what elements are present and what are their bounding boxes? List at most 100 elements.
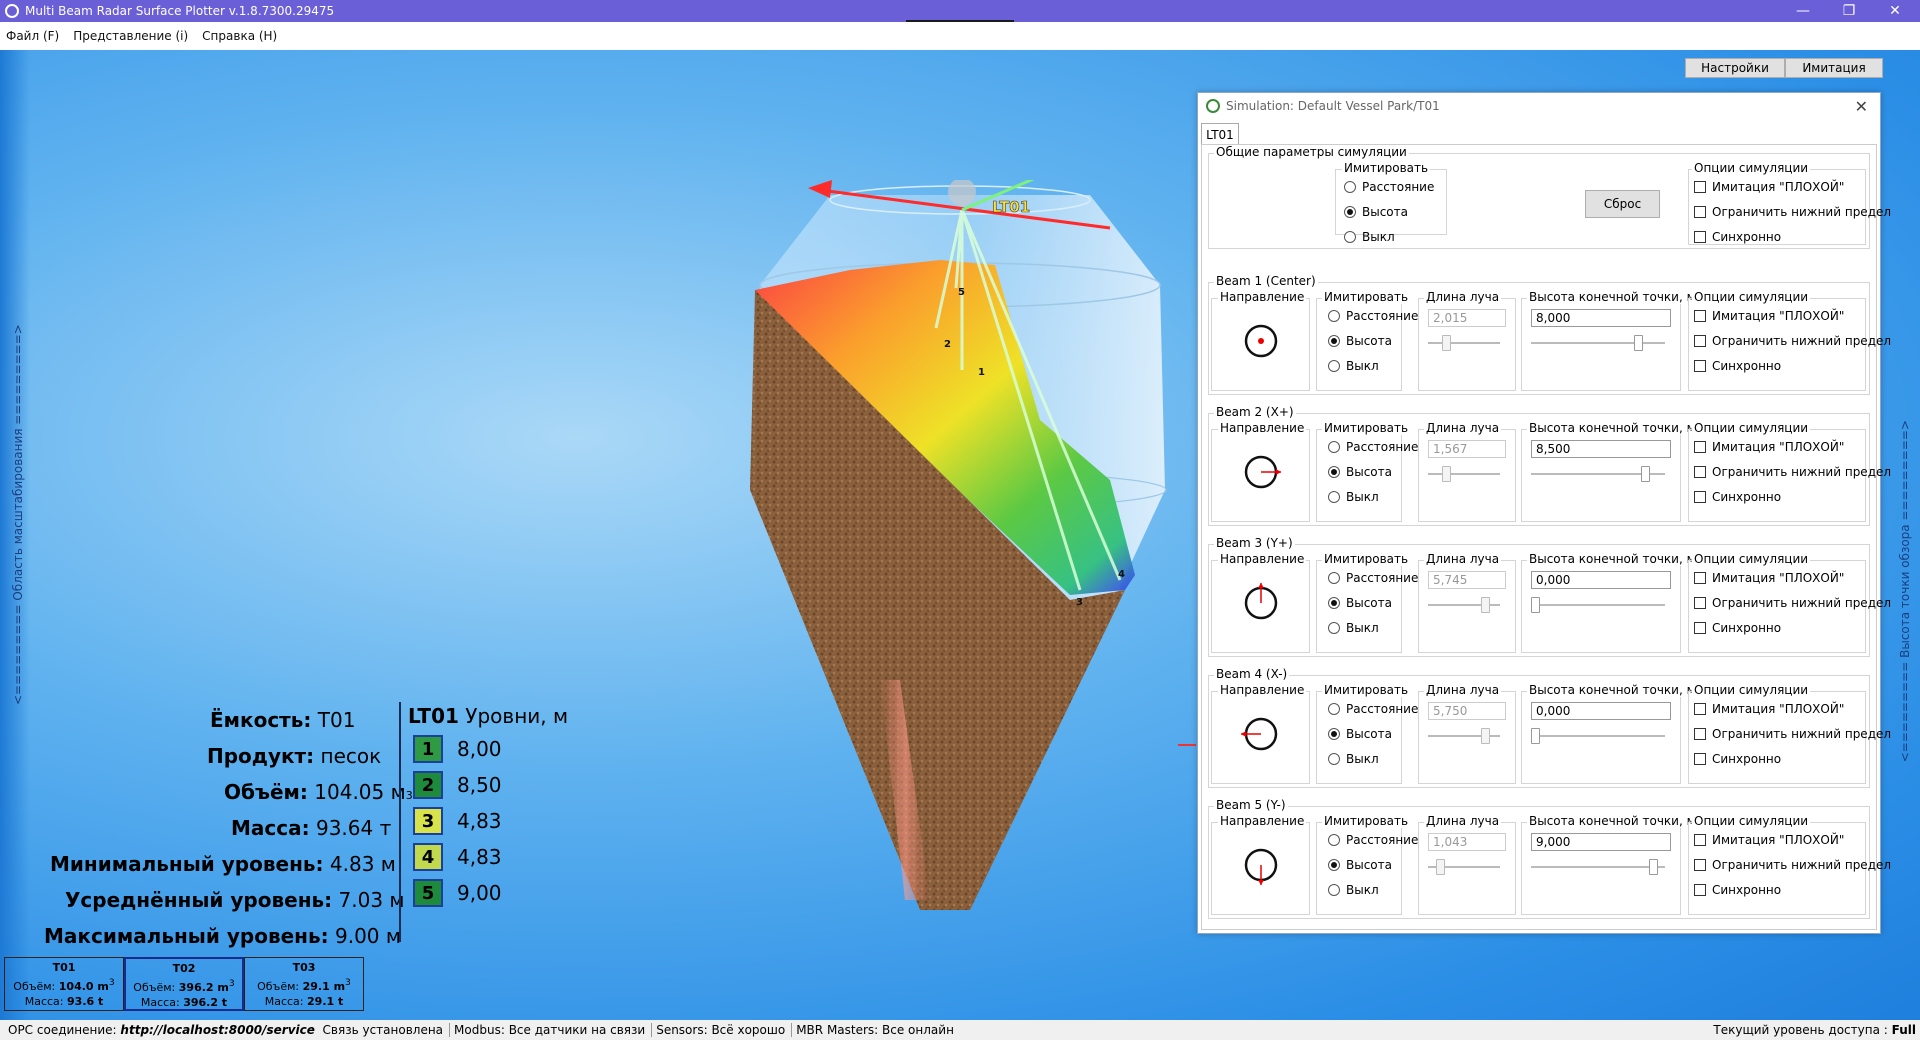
beam-3-imitate-label: Имитировать (1322, 552, 1411, 566)
slider-thumb[interactable] (1634, 335, 1643, 351)
zoom-area-label[interactable]: <========= Область масштабирования =====… (11, 324, 25, 705)
beam-3-check-bad[interactable]: Имитация "ПЛОХОЙ" (1694, 571, 1844, 585)
sim-title-bar[interactable]: Simulation: Default Vessel Park/T01 ✕ (1198, 93, 1880, 119)
slider-thumb[interactable] (1531, 597, 1540, 613)
beam-2-radio-off[interactable]: Выкл (1328, 490, 1379, 504)
beam-2-check-sync[interactable]: Синхронно (1694, 490, 1781, 504)
general-check-sync[interactable]: Синхронно (1694, 230, 1781, 244)
beam-2-check-limit[interactable]: Ограничить нижний предел (1694, 465, 1891, 479)
beam-2-height-field[interactable]: 8,500 (1531, 440, 1671, 458)
beam-3-radio-height[interactable]: Высота (1328, 596, 1392, 610)
silo-3d-render[interactable]: LT01 1 2 3 4 5 (740, 180, 1180, 920)
general-imitate-box (1335, 169, 1447, 235)
beam-3-radio-distance[interactable]: Расстояние (1328, 571, 1418, 585)
beam-3-length-label: Длина луча (1424, 552, 1502, 566)
mass-row: Масса: 93.64 т (231, 816, 392, 840)
beam-4-check-sync[interactable]: Синхронно (1694, 752, 1781, 766)
tab-lt01[interactable]: LT01 (1201, 123, 1239, 145)
view-height-label[interactable]: <========= Высота точки обзора =========… (1898, 420, 1912, 762)
beam-2-radio-distance[interactable]: Расстояние (1328, 440, 1418, 454)
beam-1-title: Beam 1 (Center) (1214, 274, 1318, 288)
level-row-1: 1 8,00 (413, 734, 502, 764)
beam-4-radio-off[interactable]: Выкл (1328, 752, 1379, 766)
slider-thumb (1481, 597, 1490, 613)
general-radio-height[interactable]: Высота (1344, 205, 1408, 219)
beam-2-length-field: 1,567 (1428, 440, 1506, 458)
beam-5-radio-distance[interactable]: Расстояние (1328, 833, 1418, 847)
slider-thumb[interactable] (1531, 728, 1540, 744)
beam-5-height-slider[interactable] (1531, 859, 1665, 875)
beam-5-radio-off[interactable]: Выкл (1328, 883, 1379, 897)
minimize-icon[interactable]: — (1780, 0, 1826, 22)
beam-3-check-sync[interactable]: Синхронно (1694, 621, 1781, 635)
levels-header: LT01 Уровни, м (408, 704, 569, 728)
beam-1-length-label: Длина луча (1424, 290, 1502, 304)
beam-4-check-bad[interactable]: Имитация "ПЛОХОЙ" (1694, 702, 1844, 716)
mbr-status: MBR Masters: Все онлайн (796, 1023, 954, 1037)
tank-card-t02[interactable]: T02 Объём: 396.2 m3 Масса: 396.2 t (124, 957, 244, 1011)
general-radio-off[interactable]: Выкл (1344, 230, 1395, 244)
beam-5-check-bad[interactable]: Имитация "ПЛОХОЙ" (1694, 833, 1844, 847)
beam-4-height-field[interactable]: 0,000 (1531, 702, 1671, 720)
beam-5-radio-height[interactable]: Высота (1328, 858, 1392, 872)
beam-1-check-limit[interactable]: Ограничить нижний предел (1694, 334, 1891, 348)
restore-icon[interactable]: ❐ (1826, 0, 1872, 22)
max-level-row: Максимальный уровень: 9.00 м (44, 924, 401, 948)
beam-4-radio-distance[interactable]: Расстояние (1328, 702, 1418, 716)
sensors-status: Sensors: Всё хорошо (652, 1023, 793, 1037)
beam-2-length-slider (1428, 466, 1500, 482)
beam-1-check-bad[interactable]: Имитация "ПЛОХОЙ" (1694, 309, 1844, 323)
reset-button[interactable]: Сброс (1585, 190, 1660, 218)
general-title: Общие параметры симуляции (1214, 145, 1409, 159)
beam-3-direction-icon (1244, 583, 1278, 620)
beam-3-height-field[interactable]: 0,000 (1531, 571, 1671, 589)
general-check-bad[interactable]: Имитация "ПЛОХОЙ" (1694, 180, 1844, 194)
beam-4-radio-height[interactable]: Высота (1328, 727, 1392, 741)
menu-help[interactable]: Справка (H) (202, 29, 277, 43)
beam-2-height-slider[interactable] (1531, 466, 1665, 482)
simulation-button[interactable]: Имитация (1785, 58, 1883, 78)
beam-4-title: Beam 4 (X-) (1214, 667, 1290, 681)
beam-3-check-limit[interactable]: Ограничить нижний предел (1694, 596, 1891, 610)
beam-1-radio-height[interactable]: Высота (1328, 334, 1392, 348)
slider-thumb[interactable] (1641, 466, 1650, 482)
beam-label-5: 5 (958, 287, 965, 298)
info-separator (399, 702, 401, 942)
beam-4-length-field: 5,750 (1428, 702, 1506, 720)
slider-thumb[interactable] (1649, 859, 1658, 875)
general-radio-distance[interactable]: Расстояние (1344, 180, 1434, 194)
window-title: Multi Beam Radar Surface Plotter v.1.8.7… (25, 4, 335, 18)
beam-1-radio-distance[interactable]: Расстояние (1328, 309, 1418, 323)
beam-4-height-slider[interactable] (1531, 728, 1665, 744)
beam-2-check-bad[interactable]: Имитация "ПЛОХОЙ" (1694, 440, 1844, 454)
beam-2-options-label: Опции симуляции (1692, 421, 1811, 435)
beam-5-check-sync[interactable]: Синхронно (1694, 883, 1781, 897)
general-check-limit[interactable]: Ограничить нижний предел (1694, 205, 1891, 219)
beam-1-height-field[interactable]: 8,000 (1531, 309, 1671, 327)
beam-3-height-slider[interactable] (1531, 597, 1665, 613)
close-icon[interactable]: ✕ (1872, 0, 1918, 22)
beam-1-radio-off[interactable]: Выкл (1328, 359, 1379, 373)
beam-1-check-sync[interactable]: Синхронно (1694, 359, 1781, 373)
beam-2-radio-height[interactable]: Высота (1328, 465, 1392, 479)
sim-tab-panel: Общие параметры симуляции Имитировать Ра… (1201, 144, 1891, 930)
beam-4-check-limit[interactable]: Ограничить нижний предел (1694, 727, 1891, 741)
beam-5-check-limit[interactable]: Ограничить нижний предел (1694, 858, 1891, 872)
beam-4-direction-icon (1241, 717, 1278, 751)
level-badge: 3 (413, 807, 443, 835)
level-value: 4,83 (457, 809, 502, 833)
close-icon[interactable]: ✕ (1855, 97, 1868, 116)
beam-5-height-field[interactable]: 9,000 (1531, 833, 1671, 851)
beam-3-radio-off[interactable]: Выкл (1328, 621, 1379, 635)
tank-card-t01[interactable]: T01 Объём: 104.0 m3 Масса: 93.6 t (4, 957, 124, 1011)
beam-1-height-slider[interactable] (1531, 335, 1665, 351)
menu-file[interactable]: Файл (F) (6, 29, 59, 43)
level-badge: 1 (413, 735, 443, 763)
menu-view[interactable]: Представление (i) (73, 29, 188, 43)
tank-card-t03[interactable]: T03 Объём: 29.1 m3 Масса: 29.1 t (244, 957, 364, 1011)
tank-list: T01 Объём: 104.0 m3 Масса: 93.6 t T02 Объём… (4, 957, 364, 1011)
beam-2-height-label: Высота конечной точки, м (1527, 421, 1698, 435)
settings-button[interactable]: Настройки (1685, 58, 1785, 78)
min-level-row: Минимальный уровень: 4.83 м (50, 852, 396, 876)
level-value: 9,00 (457, 881, 502, 905)
